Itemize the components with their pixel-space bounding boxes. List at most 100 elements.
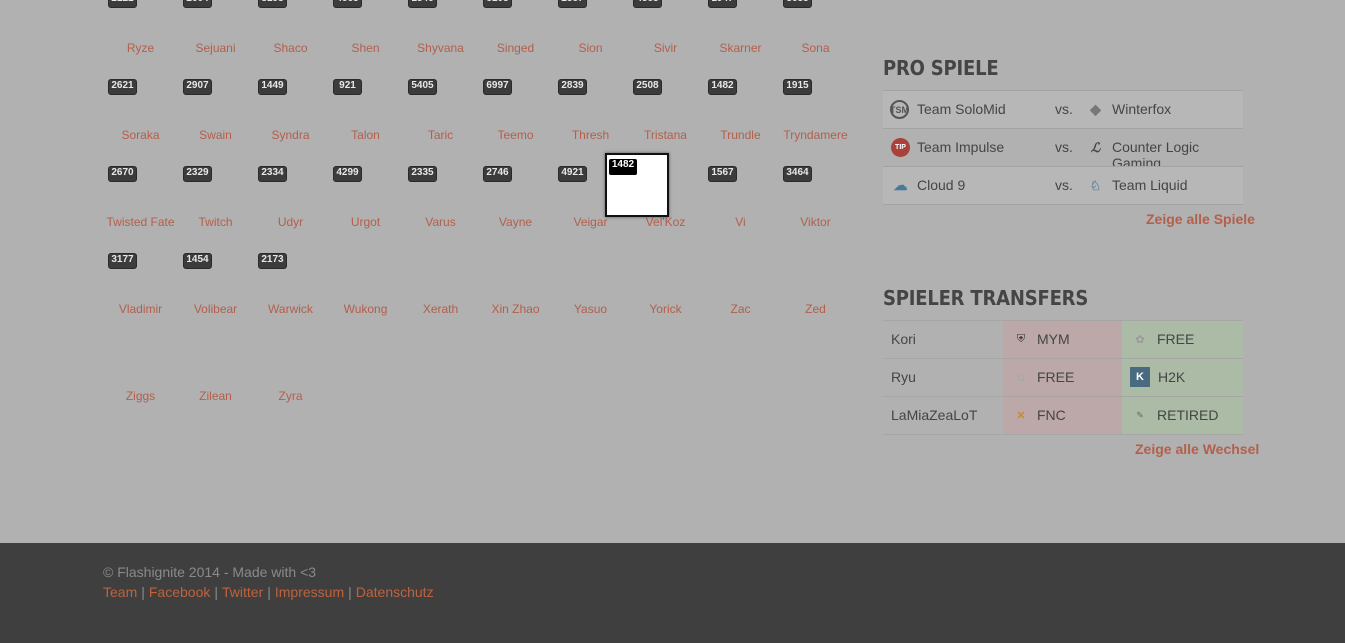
champion-name[interactable]: Trundle (703, 128, 778, 142)
transfer-row[interactable]: Kori ⛨ MYM ✿ FREE (883, 320, 1243, 359)
transfer-row[interactable]: Ryu ✿ FREE K H2K (883, 359, 1243, 397)
champion-name[interactable]: Skarner (703, 41, 778, 55)
champion-cell[interactable]: Ziggs (103, 336, 178, 423)
footer-link-datenschutz[interactable]: Datenschutz (356, 584, 434, 600)
champion-cell[interactable]: 2907 Swain (178, 75, 253, 162)
champion-name[interactable]: Wukong (328, 302, 403, 316)
champion-cell[interactable]: 3655 Sona (778, 0, 853, 75)
champion-name[interactable]: Sion (553, 41, 628, 55)
champion-name[interactable]: Xerath (403, 302, 478, 316)
champion-name[interactable]: Vladimir (103, 302, 178, 316)
footer-link-team[interactable]: Team (103, 584, 137, 600)
champion-name[interactable]: Sivir (628, 41, 703, 55)
champion-name[interactable]: Tryndamere (778, 128, 853, 142)
champion-name[interactable]: Yasuo (553, 302, 628, 316)
champion-cell[interactable]: 2839 Thresh (553, 75, 628, 162)
champion-cell[interactable]: 8105 Singed (478, 0, 553, 75)
champion-name[interactable]: Soraka (103, 128, 178, 142)
champion-name[interactable]: Urgot (328, 215, 403, 229)
pro-game-row[interactable]: ☁ Cloud 9 vs. ♘ Team Liquid (883, 166, 1243, 205)
champion-name[interactable]: Zed (778, 302, 853, 316)
champion-name[interactable]: Ryze (103, 41, 178, 55)
champion-cell[interactable]: 1567 Vi (703, 162, 778, 249)
pro-game-row[interactable]: TIP Team Impulse vs. ℒ Counter Logic Gam… (883, 128, 1243, 171)
champion-cell[interactable]: 2334 Udyr (253, 162, 328, 249)
champion-name[interactable]: Twisted Fate (103, 215, 178, 229)
champion-cell[interactable]: 1346 Shyvana (403, 0, 478, 75)
champion-name[interactable]: Shyvana (403, 41, 478, 55)
champion-name[interactable]: Singed (478, 41, 553, 55)
champion-cell[interactable]: 921 Talon (328, 75, 403, 162)
show-all-games-link[interactable]: Zeige alle Spiele (1146, 211, 1255, 227)
champion-name[interactable]: Teemo (478, 128, 553, 142)
champion-name[interactable]: Thresh (553, 128, 628, 142)
champion-name[interactable]: Sona (778, 41, 853, 55)
transfer-row[interactable]: LaMiaZeaLoT ✕ FNC ✎ RETIRED (883, 397, 1243, 435)
champion-cell[interactable]: 3193 Shaco (253, 0, 328, 75)
champion-name[interactable]: Zac (703, 302, 778, 316)
champion-cell[interactable]: 2335 Varus (403, 162, 478, 249)
champion-name[interactable]: Ziggs (103, 389, 178, 403)
champion-name[interactable]: Talon (328, 128, 403, 142)
champion-cell[interactable]: 4865 Shen (328, 0, 403, 75)
champion-cell[interactable]: 1449 Syndra (253, 75, 328, 162)
champion-name[interactable]: Shen (328, 41, 403, 55)
champion-name[interactable]: Zilean (178, 389, 253, 403)
highlighted-champion-tile[interactable]: 1482 (605, 153, 669, 217)
footer-link-impressum[interactable]: Impressum (275, 584, 344, 600)
champion-name[interactable]: Xin Zhao (478, 302, 553, 316)
champion-cell[interactable]: Yasuo (553, 249, 628, 336)
champion-name[interactable]: Veigar (553, 215, 628, 229)
champion-cell[interactable]: 2670 Twisted Fate (103, 162, 178, 249)
champion-cell[interactable]: 2508 Tristana (628, 75, 703, 162)
champion-cell[interactable]: 1947 Skarner (703, 0, 778, 75)
champion-count-badge: 2508 (633, 79, 662, 95)
champion-cell[interactable]: 1454 Volibear (178, 249, 253, 336)
champion-cell[interactable]: 2329 Twitch (178, 162, 253, 249)
champion-name[interactable]: Vel'Koz (628, 215, 703, 229)
champion-name[interactable]: Yorick (628, 302, 703, 316)
champion-name[interactable]: Varus (403, 215, 478, 229)
champion-cell[interactable]: 2587 Sion (553, 0, 628, 75)
champion-cell[interactable]: 4585 Sivir (628, 0, 703, 75)
champion-cell[interactable]: 2173 Warwick (253, 249, 328, 336)
champion-name[interactable]: Viktor (778, 215, 853, 229)
champion-cell[interactable]: Zyra (253, 336, 328, 423)
champion-cell[interactable]: Zed (778, 249, 853, 336)
champion-name[interactable]: Udyr (253, 215, 328, 229)
champion-name[interactable]: Syndra (253, 128, 328, 142)
champion-name[interactable]: Taric (403, 128, 478, 142)
champion-cell[interactable]: 2604 Sejuani (178, 0, 253, 75)
champion-cell[interactable]: Zilean (178, 336, 253, 423)
champion-name[interactable]: Twitch (178, 215, 253, 229)
champion-cell[interactable]: 5405 Taric (403, 75, 478, 162)
champion-cell[interactable]: 4299 Urgot (328, 162, 403, 249)
champion-cell[interactable]: Wukong (328, 249, 403, 336)
champion-name[interactable]: Sejuani (178, 41, 253, 55)
champion-name[interactable]: Vi (703, 215, 778, 229)
champion-cell[interactable]: Xin Zhao (478, 249, 553, 336)
pro-game-row[interactable]: TSM Team SoloMid vs. ◆ Winterfox (883, 90, 1243, 128)
champion-name[interactable]: Zyra (253, 389, 328, 403)
champion-cell[interactable]: 3177 Vladimir (103, 249, 178, 336)
champion-cell[interactable]: Xerath (403, 249, 478, 336)
h2k-logo-icon: K (1130, 367, 1150, 387)
footer-link-twitter[interactable]: Twitter (222, 584, 263, 600)
champion-name[interactable]: Tristana (628, 128, 703, 142)
champion-name[interactable]: Swain (178, 128, 253, 142)
show-all-transfers-link[interactable]: Zeige alle Wechsel (1135, 441, 1259, 457)
champion-name[interactable]: Volibear (178, 302, 253, 316)
champion-name[interactable]: Warwick (253, 302, 328, 316)
champion-cell[interactable]: 2746 Vayne (478, 162, 553, 249)
champion-cell[interactable]: Yorick (628, 249, 703, 336)
footer-link-facebook[interactable]: Facebook (149, 584, 210, 600)
champion-cell[interactable]: 3464 Viktor (778, 162, 853, 249)
champion-cell[interactable]: 1915 Tryndamere (778, 75, 853, 162)
champion-cell[interactable]: Zac (703, 249, 778, 336)
champion-cell[interactable]: 1482 Trundle (703, 75, 778, 162)
champion-cell[interactable]: 6997 Teemo (478, 75, 553, 162)
champion-name[interactable]: Shaco (253, 41, 328, 55)
champion-cell[interactable]: 2121 Ryze (103, 0, 178, 75)
champion-cell[interactable]: 2621 Soraka (103, 75, 178, 162)
champion-name[interactable]: Vayne (478, 215, 553, 229)
